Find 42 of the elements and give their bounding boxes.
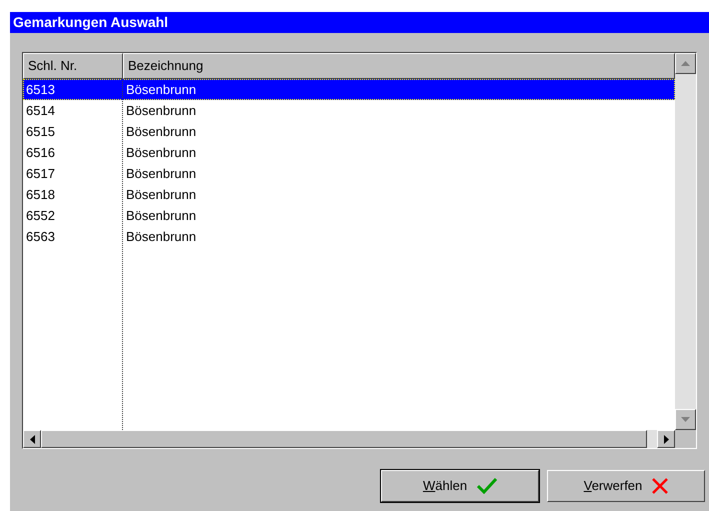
table-row[interactable]: 6513 Bösenbrunn: [23, 79, 675, 100]
table-row[interactable]: 6514 Bösenbrunn: [23, 100, 675, 121]
checkmark-icon: [477, 478, 498, 494]
column-header[interactable]: Schl. Nr.: [23, 53, 123, 79]
table-row[interactable]: 6516 Bösenbrunn: [23, 142, 675, 163]
scroll-down-button[interactable]: [675, 409, 696, 430]
table-cell-text: Bösenbrunn: [125, 144, 198, 162]
table-cell-text: 6552: [25, 207, 56, 225]
table-cell-text: Bösenbrunn: [125, 207, 198, 225]
close-icon: [652, 478, 668, 494]
scroll-left-button[interactable]: [23, 430, 41, 448]
table-cell-text: 6515: [25, 123, 56, 141]
select-button[interactable]: Wählen: [381, 470, 539, 502]
table-cell-text: Bösenbrunn: [125, 165, 198, 183]
table-cell-text: 6518: [25, 186, 56, 204]
down-arrow-icon: [681, 417, 690, 422]
table-cell-text: Bösenbrunn: [125, 228, 198, 246]
window-title: Gemarkungen Auswahl: [10, 12, 709, 33]
scroll-right-button[interactable]: [657, 430, 675, 448]
vertical-scrollbar[interactable]: [675, 53, 696, 430]
up-arrow-icon: [681, 61, 690, 66]
table-cell-text: 6514: [25, 102, 56, 120]
table-cell-text: 6513: [25, 81, 56, 99]
table-cell-text: 6563: [25, 228, 56, 246]
table-cell-text: 6516: [25, 144, 56, 162]
table-row[interactable]: 6517 Bösenbrunn: [23, 163, 675, 184]
table-cell-text: Bösenbrunn: [125, 81, 198, 99]
table-row[interactable]: 6552 Bösenbrunn: [23, 205, 675, 226]
right-arrow-icon: [664, 434, 668, 444]
table-cell-text: Bösenbrunn: [125, 102, 198, 120]
scroll-thumb[interactable]: [41, 430, 647, 448]
table-cell-text: Bösenbrunn: [125, 186, 198, 204]
left-arrow-icon: [30, 434, 34, 444]
table-row[interactable]: 6518 Bösenbrunn: [23, 184, 675, 205]
table-cell-text: 6517: [25, 165, 56, 183]
column-header[interactable]: Bezeichnung: [123, 53, 675, 79]
table-row[interactable]: 6563 Bösenbrunn: [23, 226, 675, 247]
scroll-up-button[interactable]: [675, 53, 696, 74]
discard-button[interactable]: Verwerfen: [547, 470, 705, 502]
scroll-track[interactable]: [647, 430, 657, 448]
table-row[interactable]: 6515 Bösenbrunn: [23, 121, 675, 142]
table-cell-text: Bösenbrunn: [125, 123, 198, 141]
